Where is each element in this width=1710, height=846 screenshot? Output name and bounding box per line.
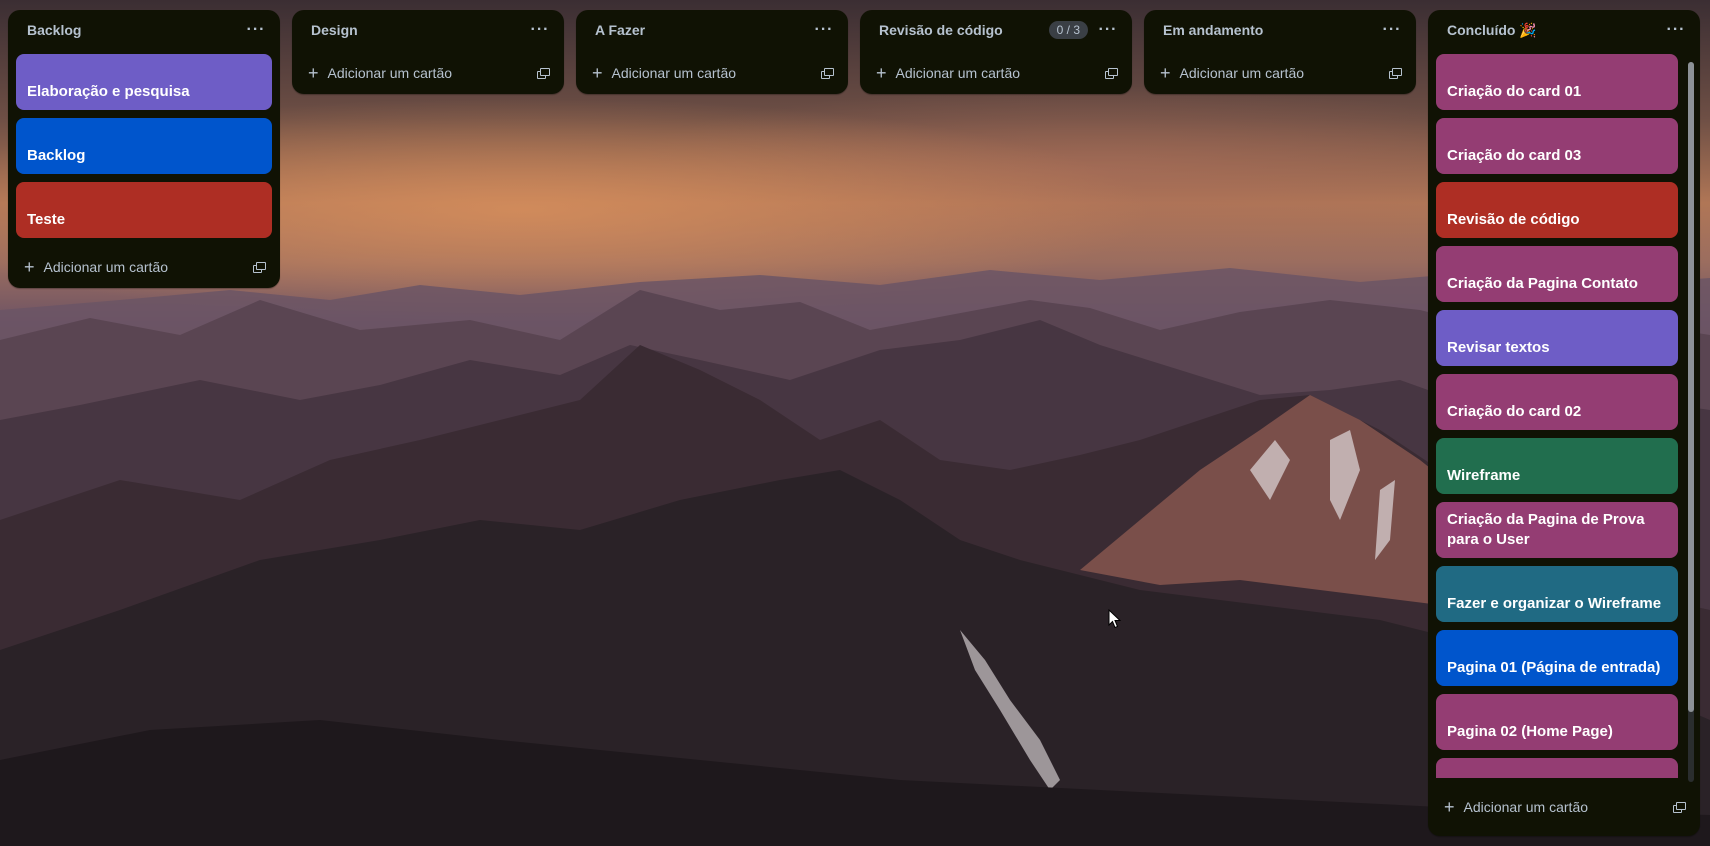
create-from-template-icon — [1104, 67, 1118, 79]
card-title: Pagina 02 (Home Page) — [1447, 723, 1613, 740]
three-dots-icon[interactable]: ··· — [1664, 18, 1688, 42]
card[interactable]: Pagina 01 (Página de entrada) — [1436, 630, 1678, 686]
list-title[interactable]: Backlog — [27, 22, 244, 38]
create-from-template-icon — [252, 261, 266, 273]
list-scrollbar[interactable] — [1688, 62, 1694, 782]
list-design: Design ··· + Adicionar um cartão — [292, 10, 564, 94]
card[interactable]: Revisar textos — [1436, 310, 1678, 366]
add-card-row: + Adicionar um cartão — [860, 52, 1132, 94]
list-header: Backlog ··· — [8, 10, 280, 50]
add-card-button[interactable]: + Adicionar um cartão — [592, 63, 818, 83]
plus-icon: + — [876, 63, 887, 83]
card[interactable]: Criação do card 01 — [1436, 54, 1678, 110]
card-title: Pagina 01 (Página de entrada) — [1447, 659, 1661, 676]
plus-icon: + — [1444, 797, 1455, 817]
plus-icon: + — [1160, 63, 1171, 83]
card-title: Criação do card 03 — [1447, 147, 1582, 164]
card-title: Teste — [27, 211, 66, 228]
card-title: Elaboração e pesquisa — [27, 83, 190, 100]
card[interactable]: Revisão de código — [1436, 182, 1678, 238]
three-dots-icon[interactable]: ··· — [812, 18, 836, 42]
add-card-button[interactable]: + Adicionar um cartão — [1160, 63, 1386, 83]
plus-icon: + — [592, 63, 603, 83]
card[interactable]: Pagina 02 (Home Page) — [1436, 694, 1678, 750]
plus-icon: + — [308, 63, 319, 83]
plus-icon: + — [24, 257, 35, 277]
card-list: Criação do card 01 Criação do card 03 Re… — [1428, 50, 1700, 778]
card-title: Wireframe — [1447, 467, 1521, 484]
create-from-template-icon — [1388, 67, 1402, 79]
create-from-template-button[interactable] — [818, 64, 836, 82]
list-header: Em andamento ··· — [1144, 10, 1416, 50]
list-header: Design ··· — [292, 10, 564, 50]
kanban-board: Backlog ··· Elaboração e pesquisa Backlo… — [0, 0, 1710, 846]
create-from-template-button[interactable] — [1670, 798, 1688, 816]
card[interactable]: Wireframe — [1436, 438, 1678, 494]
add-card-row: + Adicionar um cartão — [576, 52, 848, 94]
create-from-template-icon — [1672, 801, 1686, 813]
card-title: Criação da Pagina de Prova para o User — [1447, 511, 1645, 548]
create-from-template-button[interactable] — [1102, 64, 1120, 82]
three-dots-icon[interactable]: ··· — [528, 18, 552, 42]
list-header: Concluído 🎉 ··· — [1428, 10, 1700, 50]
list-title[interactable]: Concluído 🎉 — [1447, 22, 1664, 39]
card[interactable]: Criação do card 03 — [1436, 118, 1678, 174]
card[interactable]: Criação do card 02 — [1436, 374, 1678, 430]
card-title: Revisão de código — [1447, 211, 1580, 228]
create-from-template-icon — [820, 67, 834, 79]
card[interactable] — [1436, 758, 1678, 778]
add-card-row: + Adicionar um cartão — [8, 246, 280, 288]
wip-limit-badge: 0 / 3 — [1048, 21, 1088, 39]
list-title[interactable]: Em andamento — [1163, 22, 1380, 38]
card-title: Criação do card 01 — [1447, 83, 1582, 100]
card[interactable]: Elaboração e pesquisa — [16, 54, 272, 110]
card[interactable]: Criação da Pagina Contato — [1436, 246, 1678, 302]
add-card-button[interactable]: + Adicionar um cartão — [876, 63, 1102, 83]
add-card-label: Adicionar um cartão — [895, 65, 1021, 81]
card[interactable]: Backlog — [16, 118, 272, 174]
list-title[interactable]: Design — [311, 22, 528, 38]
card-title: Criação do card 02 — [1447, 403, 1582, 420]
create-from-template-button[interactable] — [534, 64, 552, 82]
card-title: Revisar textos — [1447, 339, 1550, 356]
three-dots-icon[interactable]: ··· — [1380, 18, 1404, 42]
create-from-template-button[interactable] — [1386, 64, 1404, 82]
card[interactable]: Teste — [16, 182, 272, 238]
card-title: Criação da Pagina Contato — [1447, 275, 1638, 292]
add-card-button[interactable]: + Adicionar um cartão — [1444, 797, 1670, 817]
three-dots-icon[interactable]: ··· — [1096, 18, 1120, 42]
card[interactable]: Fazer e organizar o Wireframe — [1436, 566, 1678, 622]
card-title: Fazer e organizar o Wireframe — [1447, 595, 1662, 612]
card-list: Elaboração e pesquisa Backlog Teste — [8, 50, 280, 238]
list-a-fazer: A Fazer ··· + Adicionar um cartão — [576, 10, 848, 94]
list-title[interactable]: Revisão de código — [879, 22, 1049, 38]
add-card-label: Adicionar um cartão — [611, 65, 737, 81]
add-card-label: Adicionar um cartão — [327, 65, 453, 81]
add-card-row: + Adicionar um cartão — [1144, 52, 1416, 94]
card[interactable]: Criação da Pagina de Prova para o User — [1436, 502, 1678, 558]
add-card-button[interactable]: + Adicionar um cartão — [24, 257, 250, 277]
list-revisao-de-codigo: Revisão de código 0 / 3 ··· + Adicionar … — [860, 10, 1132, 94]
scrollbar-thumb[interactable] — [1688, 62, 1694, 712]
create-from-template-button[interactable] — [250, 258, 268, 276]
list-header: A Fazer ··· — [576, 10, 848, 50]
add-card-label: Adicionar um cartão — [1179, 65, 1305, 81]
list-concluido: Concluído 🎉 ··· Criação do card 01 Criaç… — [1428, 10, 1700, 836]
mouse-cursor-icon — [1108, 609, 1122, 629]
add-card-row: + Adicionar um cartão — [292, 52, 564, 94]
add-card-label: Adicionar um cartão — [1463, 799, 1589, 815]
add-card-row: + Adicionar um cartão — [1428, 786, 1700, 828]
list-title[interactable]: A Fazer — [595, 22, 812, 38]
list-backlog: Backlog ··· Elaboração e pesquisa Backlo… — [8, 10, 280, 288]
card-title: Backlog — [27, 147, 86, 164]
add-card-button[interactable]: + Adicionar um cartão — [308, 63, 534, 83]
add-card-label: Adicionar um cartão — [43, 259, 169, 275]
create-from-template-icon — [536, 67, 550, 79]
list-em-andamento: Em andamento ··· + Adicionar um cartão — [1144, 10, 1416, 94]
list-header: Revisão de código 0 / 3 ··· — [860, 10, 1132, 50]
three-dots-icon[interactable]: ··· — [244, 18, 268, 42]
